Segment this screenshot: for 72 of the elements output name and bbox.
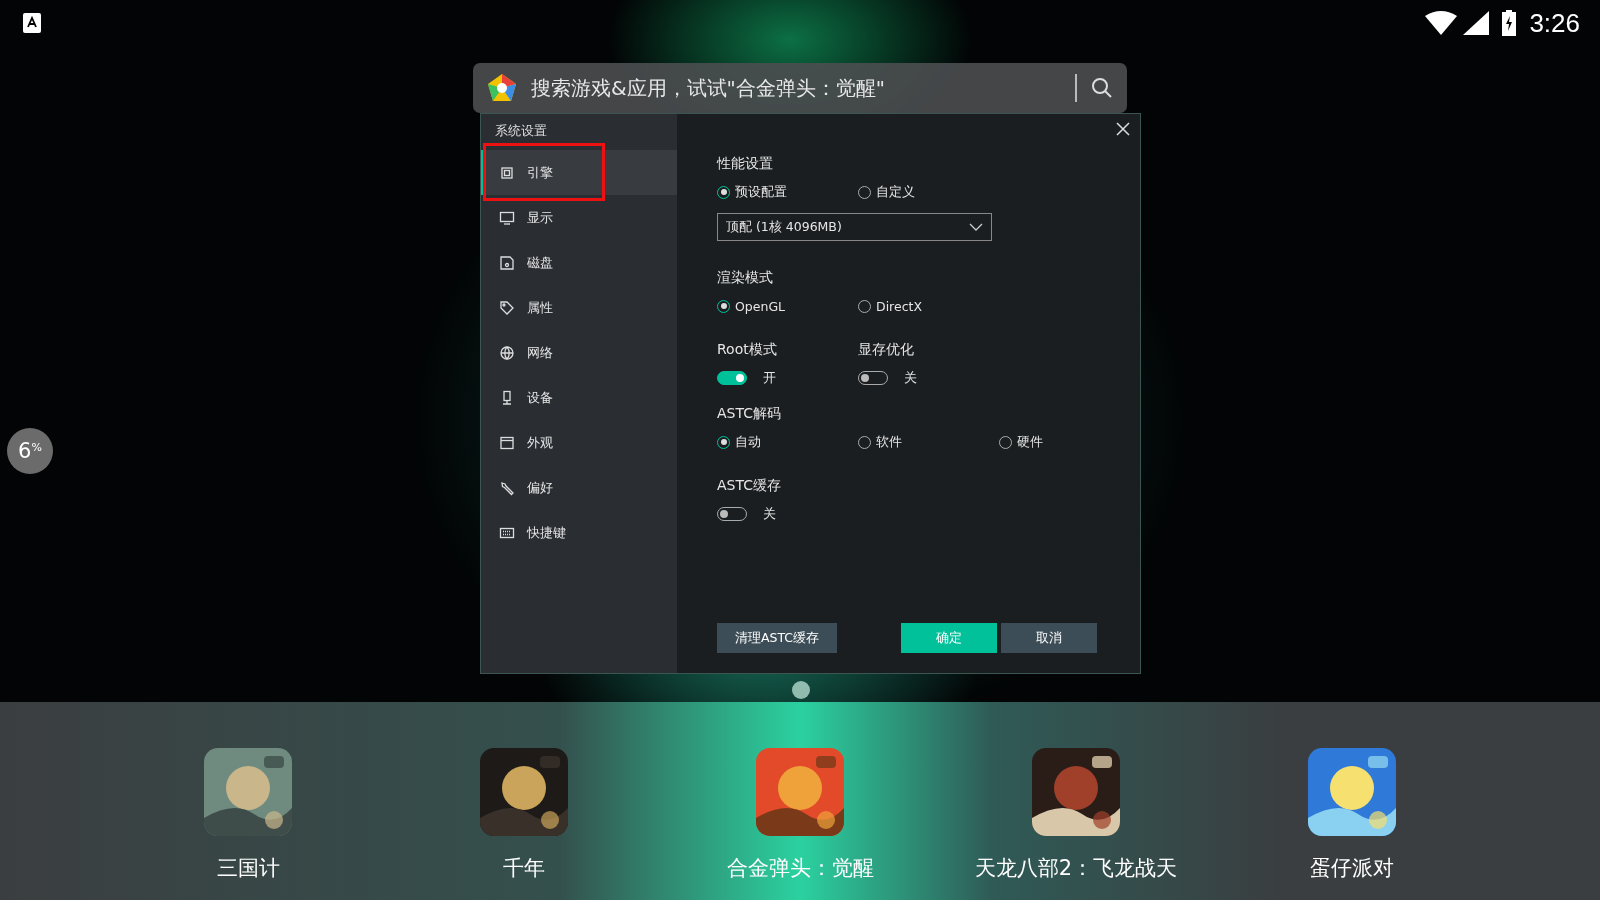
close-icon [1116,122,1130,136]
sidebar-item[interactable]: 磁盘 [481,240,677,285]
sidebar-item-label: 磁盘 [527,253,553,272]
section-title: ASTC解码 [717,405,782,423]
radio-option[interactable]: 预设配置 [717,183,858,201]
sidebar-item[interactable]: 网络 [481,330,677,375]
sidebar-item-label: 引擎 [527,163,553,182]
progress-unit: % [31,440,42,454]
sidebar-item-label: 网络 [527,343,553,362]
wifi-icon [1425,11,1458,35]
toggle-state-label: 开 [763,369,776,387]
cpu-icon [499,164,515,181]
app-label[interactable]: 千年 [503,854,545,882]
section-title: 渲染模式 [717,269,774,287]
toggle-state-label: 关 [763,505,776,523]
radio-label: DirectX [876,298,922,314]
notification-icon [23,13,41,33]
section-title: 性能设置 [717,155,774,173]
preset-dropdown[interactable]: 顶配 (1核 4096MB) [717,213,992,241]
toggle-switch[interactable] [717,371,747,385]
search-icon[interactable] [1091,77,1113,99]
sidebar-item[interactable]: 外观 [481,420,677,465]
dropdown-value: 顶配 (1核 4096MB) [726,218,842,236]
sidebar-item-label: 显示 [527,208,553,227]
sidebar-item-label: 偏好 [527,478,553,497]
sidebar-item[interactable]: 显示 [481,195,677,240]
toggle-state-label: 关 [904,369,917,387]
sidebar-item[interactable]: 属性 [481,285,677,330]
radio-option[interactable]: 软件 [858,433,999,451]
chevron-down-icon [969,223,983,231]
close-button[interactable] [1114,120,1132,138]
sidebar-item-label: 设备 [527,388,553,407]
globe-icon [499,344,515,361]
progress-value: 6 [18,439,32,463]
app-label[interactable]: 蛋仔派对 [1310,854,1394,882]
tag-icon [499,299,515,316]
sidebar-item[interactable]: 偏好 [481,465,677,510]
app-label[interactable]: 三国计 [216,854,280,882]
app-label[interactable]: 天龙八部2：飞龙战天 [974,854,1178,882]
pentagon-logo-icon [487,73,517,103]
search-field[interactable]: 搜索游戏&应用，试试"合金弹头：觉醒" [473,63,1127,113]
sidebar-item-label: 外观 [527,433,553,452]
dialog-button[interactable]: 取消 [1001,623,1097,653]
radio-option[interactable]: 自动 [717,433,858,451]
radio-option[interactable]: 硬件 [999,433,1140,451]
radio-label: 自动 [735,433,761,451]
section-title: ASTC缓存 [717,477,782,495]
section-title: 显存优化 [858,341,915,359]
dialog-title: 系统设置 [494,122,548,140]
wrench-icon [499,479,515,496]
sidebar-item-label: 快捷键 [527,523,566,542]
radio-label: 硬件 [1017,433,1043,451]
sidebar-item[interactable]: 引擎 [481,150,677,195]
radio-label: OpenGL [735,298,786,314]
dialog-button[interactable]: 清理ASTC缓存 [717,623,837,653]
signal-icon [1463,11,1490,35]
radio-option[interactable]: 自定义 [858,183,999,201]
radio-label: 预设配置 [735,183,787,201]
clock-time: 3:26 [1529,7,1580,39]
sidebar-item[interactable]: 快捷键 [481,510,677,555]
radio-label: 自定义 [876,183,915,201]
page-indicator-dot [792,681,810,699]
battery-icon [1501,10,1518,36]
sidebar-item-label: 属性 [527,298,553,317]
radio-label: 软件 [876,433,902,451]
monitor-icon [499,209,515,226]
window-icon [499,434,515,451]
radio-option[interactable]: DirectX [858,298,999,314]
radio-option[interactable]: OpenGL [717,298,858,314]
sidebar-item[interactable]: 设备 [481,375,677,420]
progress-badge[interactable]: 6% [7,428,53,474]
section-title: Root模式 [717,341,778,359]
